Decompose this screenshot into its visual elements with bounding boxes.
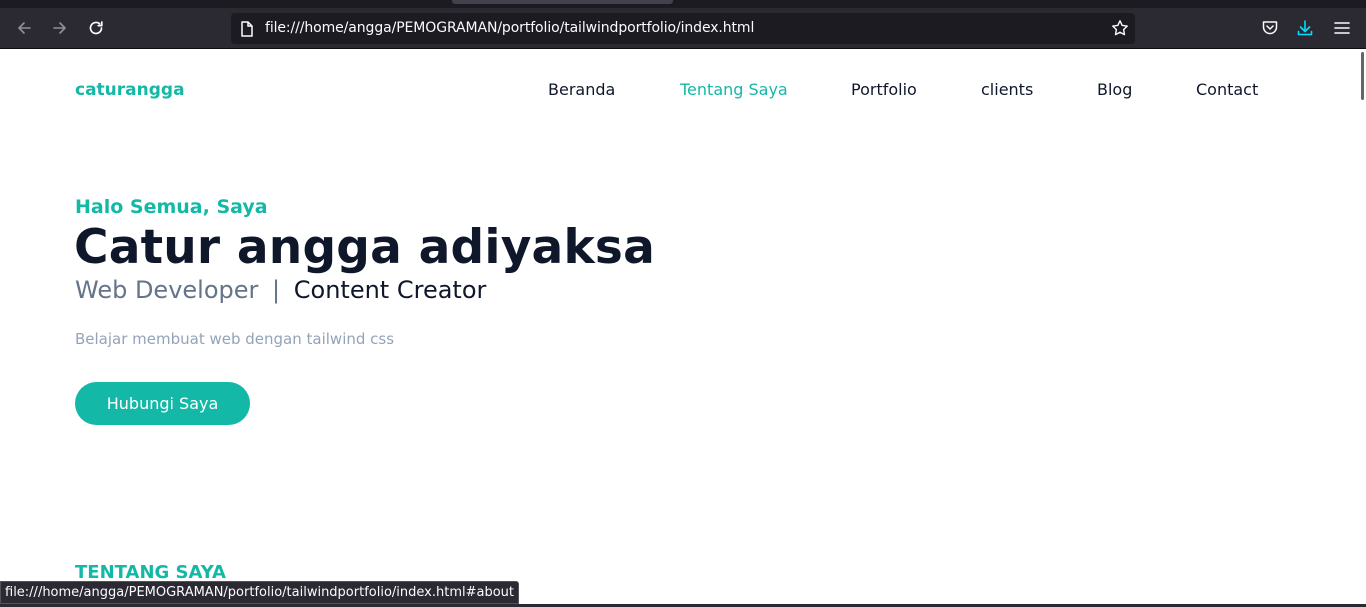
menu-hamburger-icon[interactable] [1332,18,1352,38]
page-scrollbar[interactable] [1361,52,1364,100]
bookmark-star-icon[interactable] [1111,19,1129,41]
nav-item-contact[interactable]: Contact [1196,80,1258,99]
selected-tab[interactable] [452,0,673,4]
nav-item-beranda[interactable]: Beranda [548,80,615,99]
back-arrow-icon[interactable] [13,17,35,39]
pocket-icon[interactable] [1260,18,1280,38]
page-icon [240,21,254,41]
web-page: caturangga Beranda Tentang Saya Portfoli… [0,50,1366,607]
nav-item-clients[interactable]: clients [981,80,1033,99]
url-text[interactable]: file:///home/angga/PEMOGRAMAN/portfolio/… [265,20,754,36]
hero-name: Catur angga adiyaksa [74,220,655,275]
reload-icon[interactable] [85,17,107,39]
nav-item-blog[interactable]: Blog [1097,80,1132,99]
hero-greeting: Halo Semua, Saya [75,196,268,218]
hero-tagline: Belajar membuat web dengan tailwind css [75,330,395,348]
role-separator: | [272,276,281,304]
tab-strip [0,0,1366,8]
site-brand-logo[interactable]: caturangga [75,80,185,100]
contact-me-button[interactable]: Hubungi Saya [75,382,250,425]
nav-item-tentang-saya[interactable]: Tentang Saya [680,80,788,99]
browser-toolbar: file:///home/angga/PEMOGRAMAN/portfolio/… [0,0,1366,49]
url-bar[interactable]: file:///home/angga/PEMOGRAMAN/portfolio/… [231,13,1135,44]
forward-arrow-icon[interactable] [49,17,71,39]
role-web-developer: Web Developer [75,276,259,304]
role-content-creator: Content Creator [293,276,487,304]
about-section-title: TENTANG SAYA [75,562,226,583]
hero-roles: Web Developer | Content Creator [75,276,486,304]
nav-item-portfolio[interactable]: Portfolio [851,80,917,99]
link-status-bar: file:///home/angga/PEMOGRAMAN/portfolio/… [0,581,519,604]
download-icon[interactable] [1295,18,1315,38]
